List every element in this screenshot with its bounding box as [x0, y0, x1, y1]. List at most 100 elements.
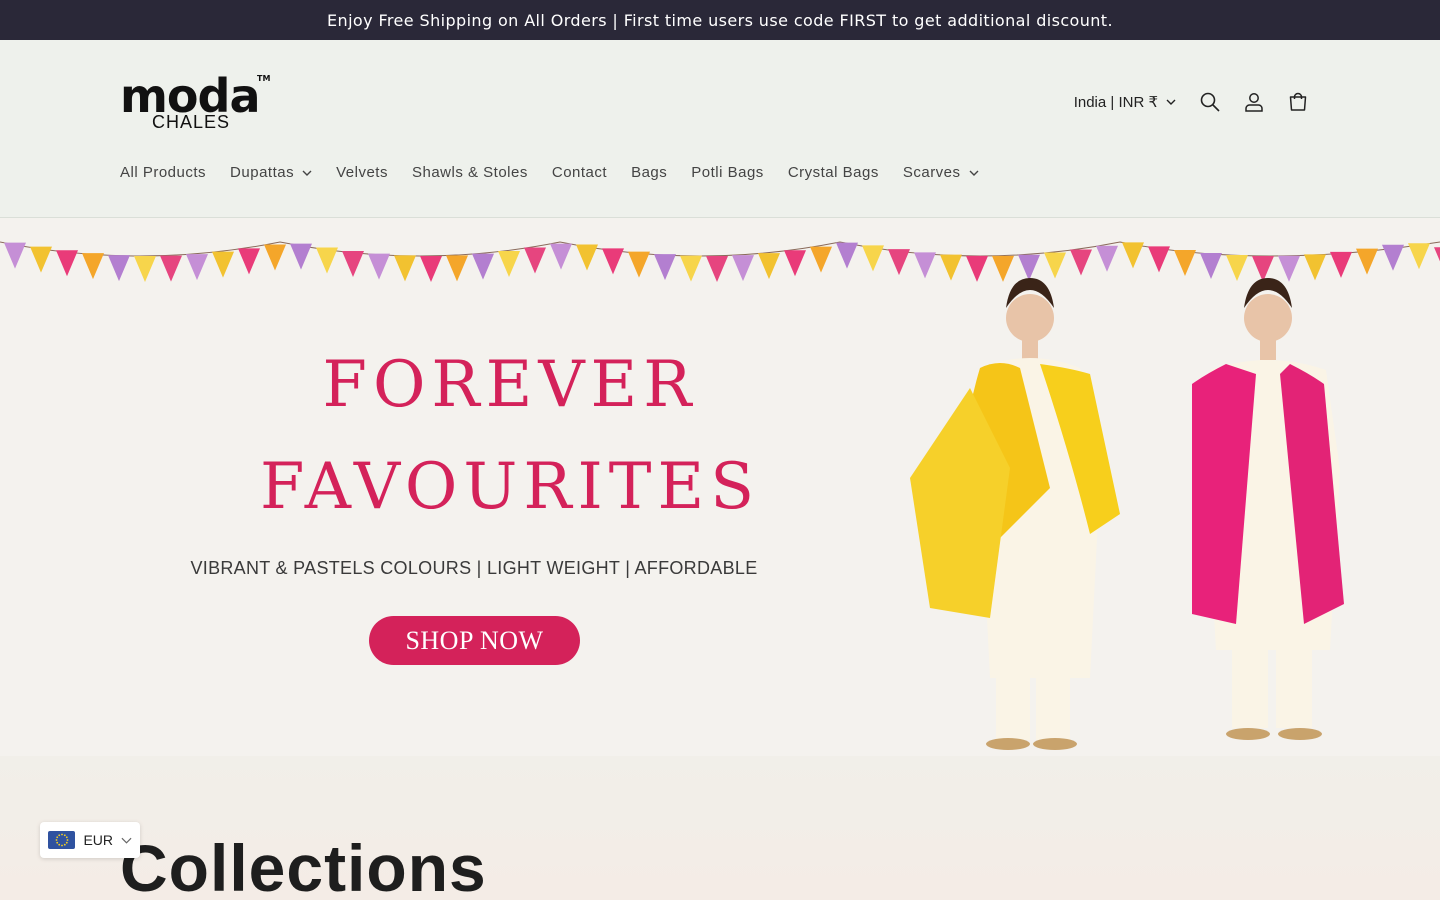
bunting-flag — [472, 253, 494, 280]
nav-label: Scarves — [902, 164, 961, 181]
bunting-flag — [1408, 243, 1430, 270]
hero-models-image — [910, 278, 1344, 750]
bunting-flag — [784, 250, 806, 277]
nav-label: Velvets — [336, 164, 388, 181]
chevron-down-icon — [969, 170, 979, 176]
nav-label: Crystal Bags — [787, 164, 879, 181]
eu-flag-icon — [48, 831, 76, 849]
bunting-flag — [394, 255, 416, 282]
bunting-flag — [30, 246, 52, 273]
cart-icon — [1289, 92, 1307, 111]
bunting-flag — [732, 255, 754, 282]
nav-label: Contact — [551, 164, 608, 181]
bunting-flag — [654, 254, 676, 281]
bunting-flag — [940, 254, 962, 281]
bunting-flag — [134, 255, 156, 282]
announcement-text: Enjoy Free Shipping on All Orders | Firs… — [327, 10, 1113, 30]
bunting-flag — [810, 246, 832, 273]
bunting-flag — [446, 255, 468, 282]
bunting-flag — [550, 243, 572, 270]
nav-label: Shawls & Stoles — [411, 164, 528, 181]
bunting-flag — [1200, 252, 1222, 279]
nav-label: Bags — [631, 164, 668, 181]
bunting-flag — [82, 253, 104, 280]
bunting-flag — [1434, 247, 1440, 262]
bunting-flag — [420, 256, 442, 282]
bunting-flag — [1382, 244, 1404, 271]
bunting-flag — [290, 243, 312, 270]
shop-now-button[interactable]: SHOP NOW — [369, 616, 580, 665]
hero-title-line1: FOREVER — [322, 348, 698, 422]
hero-title-line2: FAVOURITES — [259, 450, 761, 524]
hero-banner[interactable]: FOREVER FAVOURITES VIBRANT & PASTELS COL… — [0, 218, 1440, 756]
bunting-flag — [576, 244, 598, 271]
bunting-flag — [862, 245, 884, 272]
bunting-flag — [1304, 254, 1326, 281]
bunting-flag — [888, 249, 910, 276]
bunting-flag — [602, 248, 624, 275]
chevron-down-icon — [1166, 99, 1176, 105]
bunting-flag — [316, 247, 338, 274]
search-icon — [1200, 92, 1220, 112]
bunting-flag — [342, 250, 364, 277]
site-logo[interactable]: moda TM CHALES — [120, 66, 280, 136]
country-label: India | INR ₹ — [1073, 94, 1158, 111]
bunting-flag — [56, 250, 78, 277]
bunting-flag — [368, 253, 390, 280]
logo-trademark: TM — [257, 74, 271, 83]
collections-section: Collections — [0, 756, 1440, 900]
nav-scarves[interactable]: Scarves — [891, 156, 991, 189]
bunting-flag — [498, 250, 520, 277]
nav-all-products[interactable]: All Products — [108, 156, 218, 189]
collections-heading: Collections — [120, 831, 487, 900]
nav-crystal-bags[interactable]: Crystal Bags — [776, 156, 891, 189]
bunting-flag — [238, 248, 260, 275]
bunting-flag — [4, 242, 26, 269]
header-actions: India | INR ₹ — [1074, 80, 1320, 124]
bunting-flag — [160, 255, 182, 282]
bunting-flag — [1148, 246, 1170, 273]
bunting-flag — [1356, 248, 1378, 275]
cart-button[interactable] — [1276, 80, 1320, 124]
bunting-flag — [914, 252, 936, 279]
bunting-flag — [1174, 249, 1196, 276]
bunting-flag — [706, 255, 728, 282]
bunting-flag — [1044, 252, 1066, 279]
search-button[interactable] — [1188, 80, 1232, 124]
bunting-flag — [1330, 251, 1352, 278]
bunting-flag — [1070, 249, 1092, 276]
hero-subtitle: VIBRANT & PASTELS COLOURS | LIGHT WEIGHT… — [190, 558, 758, 578]
main-navigation: All Products Dupattas Velvets Shawls & S… — [108, 156, 991, 189]
account-icon — [1245, 93, 1263, 112]
bunting-flag — [758, 253, 780, 280]
nav-label: Potli Bags — [691, 164, 764, 181]
bunting-flag — [680, 255, 702, 282]
nav-potli-bags[interactable]: Potli Bags — [679, 156, 776, 189]
bunting-flag — [524, 247, 546, 274]
announcement-bar: Enjoy Free Shipping on All Orders | Firs… — [0, 0, 1440, 40]
bunting-flag — [1018, 254, 1040, 281]
nav-label: Dupattas — [230, 164, 295, 181]
nav-contact[interactable]: Contact — [540, 156, 619, 189]
bunting-flag — [212, 251, 234, 278]
nav-bags[interactable]: Bags — [619, 156, 679, 189]
bunting-flag — [1122, 242, 1144, 269]
bunting-flag — [186, 254, 208, 281]
currency-code: EUR — [83, 832, 114, 848]
bunting-flag — [836, 242, 858, 269]
nav-label: All Products — [120, 164, 207, 181]
country-selector[interactable]: India | INR ₹ — [1074, 93, 1188, 111]
logo-sub-text: CHALES — [152, 112, 231, 132]
bunting-flag — [108, 255, 130, 282]
bunting-flag — [264, 244, 286, 271]
chevron-down-icon — [302, 170, 312, 176]
currency-selector[interactable]: EUR — [40, 822, 140, 858]
chevron-down-icon — [121, 837, 132, 844]
nav-dupattas[interactable]: Dupattas — [218, 156, 324, 189]
nav-velvets[interactable]: Velvets — [324, 156, 400, 189]
nav-shawls-stoles[interactable]: Shawls & Stoles — [400, 156, 540, 189]
bunting-flag — [1096, 245, 1118, 272]
site-header: moda TM CHALES India | INR ₹ All Product… — [0, 40, 1440, 218]
bunting-flag — [628, 251, 650, 278]
account-button[interactable] — [1232, 80, 1276, 124]
